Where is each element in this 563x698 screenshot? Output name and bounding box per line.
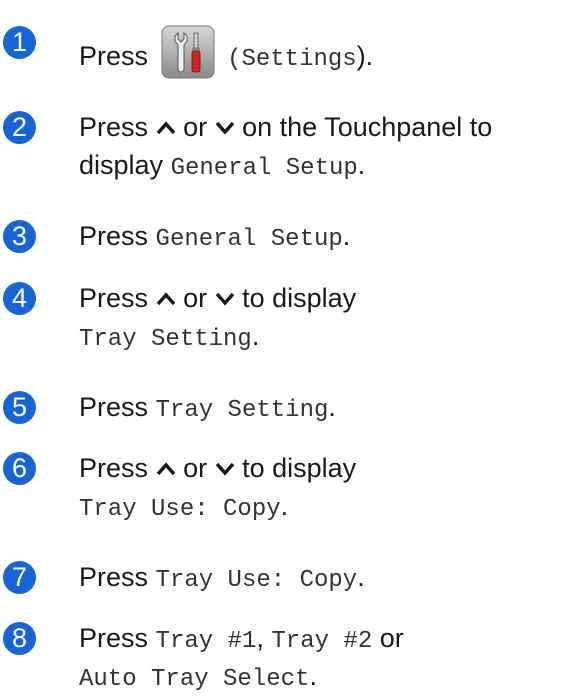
step-number-badge: 3 xyxy=(3,220,36,253)
step-text-line2: display General Setup. xyxy=(79,147,559,187)
period: . xyxy=(342,221,351,251)
step-number-badge: 1 xyxy=(3,26,36,59)
step-text-line2: Auto Tray Select. xyxy=(79,658,559,698)
press-label: Press xyxy=(79,41,149,71)
press-label: Press xyxy=(79,392,149,422)
paren-open: ( xyxy=(227,46,242,73)
step-text: Press or on the Touchpanel to xyxy=(79,109,559,145)
chevron-down-icon xyxy=(215,121,234,135)
menu-value: Tray Setting xyxy=(155,397,329,424)
instruction-text: to display xyxy=(242,283,357,313)
instruction-text: on the Touchpanel to xyxy=(242,112,493,142)
display-label: display xyxy=(79,150,164,180)
period: . xyxy=(328,392,336,422)
or-label: or xyxy=(183,283,208,313)
chevron-down-icon xyxy=(215,462,234,476)
press-label: Press xyxy=(79,221,149,251)
menu-value: Tray Use: Copy xyxy=(155,567,358,594)
step-text: Press or to display xyxy=(79,450,559,486)
paren-close: ). xyxy=(356,41,374,71)
step-text: Press Tray Use: Copy. xyxy=(79,559,559,599)
menu-value: General Setup xyxy=(170,155,358,182)
period: . xyxy=(309,661,317,691)
step-number-badge: 7 xyxy=(3,561,36,594)
or-label: or xyxy=(183,112,208,142)
settings-label: Settings xyxy=(241,46,357,73)
step-number-badge: 5 xyxy=(3,391,36,424)
step-text-line2: Tray Setting. xyxy=(79,318,559,358)
or-label: or xyxy=(379,623,404,653)
press-label: Press xyxy=(79,453,149,483)
menu-value: Tray Use: Copy xyxy=(79,496,281,523)
period: . xyxy=(251,321,260,351)
option-auto-tray-select: Auto Tray Select xyxy=(79,666,310,693)
settings-icon xyxy=(161,25,215,79)
step-text: Press (Settings). xyxy=(79,25,559,79)
instruction-steps: 1 Press (Settings). 2 Press or on the To… xyxy=(0,0,563,693)
period: . xyxy=(357,150,366,180)
menu-value: Tray Setting xyxy=(79,326,252,353)
or-label: or xyxy=(183,453,208,483)
comma: , xyxy=(256,623,264,653)
press-label: Press xyxy=(79,112,149,142)
step-text: Press or to display xyxy=(79,280,559,316)
chevron-down-icon xyxy=(215,292,234,306)
option-tray-1: Tray #1 xyxy=(155,628,257,655)
option-tray-2: Tray #2 xyxy=(271,628,373,655)
step-text-line2: Tray Use: Copy. xyxy=(79,488,559,528)
step-text: Press Tray Setting. xyxy=(79,389,559,429)
chevron-up-icon xyxy=(156,462,175,476)
chevron-up-icon xyxy=(156,292,175,306)
instruction-text: to display xyxy=(242,453,357,483)
step-text: Press Tray #1, Tray #2 or xyxy=(79,620,559,660)
menu-value: General Setup xyxy=(155,226,343,253)
step-number-badge: 2 xyxy=(3,111,36,144)
period: . xyxy=(280,491,289,521)
step-number-badge: 6 xyxy=(3,452,36,485)
press-label: Press xyxy=(79,562,149,592)
step-text: Press General Setup. xyxy=(79,218,559,258)
chevron-up-icon xyxy=(156,121,175,135)
press-label: Press xyxy=(79,623,149,653)
period: . xyxy=(357,562,365,592)
step-number-badge: 8 xyxy=(3,622,36,655)
press-label: Press xyxy=(79,283,149,313)
step-number-badge: 4 xyxy=(3,282,36,315)
